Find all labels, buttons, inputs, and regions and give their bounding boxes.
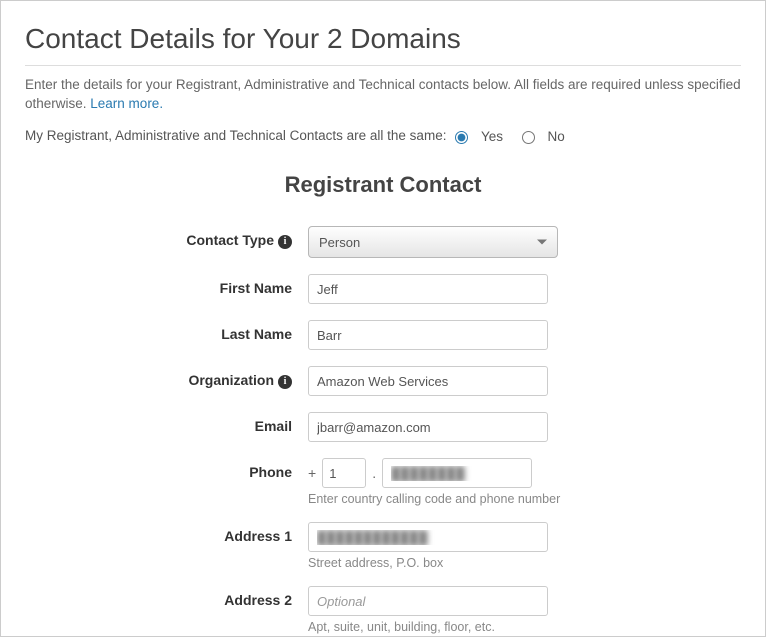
last-name-input[interactable] (308, 320, 548, 350)
registrant-form: Contact Type i Person First Name Last Nam… (143, 226, 623, 634)
label-address2: Address 2 (143, 586, 308, 608)
same-contacts-prompt: My Registrant, Administrative and Techni… (25, 128, 446, 143)
chevron-down-icon (537, 240, 547, 245)
contact-type-select[interactable]: Person (308, 226, 558, 258)
label-phone: Phone (143, 458, 308, 480)
field-address2: Address 2 Apt, suite, unit, building, fl… (143, 586, 623, 634)
same-contacts-row: My Registrant, Administrative and Techni… (25, 128, 741, 144)
label-organization: Organization i (143, 366, 308, 388)
phone-helper: Enter country calling code and phone num… (308, 492, 623, 506)
field-email: Email (143, 412, 623, 442)
address2-helper: Apt, suite, unit, building, floor, etc. (308, 620, 623, 634)
label-first-name: First Name (143, 274, 308, 296)
same-contacts-yes-label[interactable]: Yes (481, 129, 503, 144)
same-contacts-yes-radio[interactable] (455, 131, 468, 144)
address2-input[interactable] (308, 586, 548, 616)
phone-group: + . (308, 458, 623, 488)
info-icon[interactable]: i (278, 375, 292, 389)
field-address1: Address 1 Street address, P.O. box (143, 522, 623, 570)
page-title: Contact Details for Your 2 Domains (25, 23, 741, 55)
same-contacts-no-radio[interactable] (522, 131, 535, 144)
email-input[interactable] (308, 412, 548, 442)
label-contact-type: Contact Type i (143, 226, 308, 248)
intro-text: Enter the details for your Registrant, A… (25, 76, 741, 114)
phone-number-input[interactable] (382, 458, 532, 488)
learn-more-link[interactable]: Learn more. (90, 96, 163, 111)
phone-sep: . (372, 465, 376, 481)
label-email: Email (143, 412, 308, 434)
organization-input[interactable] (308, 366, 548, 396)
label-last-name: Last Name (143, 320, 308, 342)
field-last-name: Last Name (143, 320, 623, 350)
contact-type-value: Person (319, 235, 360, 250)
divider (25, 65, 741, 66)
contact-details-page: Contact Details for Your 2 Domains Enter… (0, 0, 766, 637)
field-organization: Organization i (143, 366, 623, 396)
same-contacts-no-label[interactable]: No (548, 129, 565, 144)
first-name-input[interactable] (308, 274, 548, 304)
field-phone: Phone + . Enter country calling code and… (143, 458, 623, 506)
label-contact-type-text: Contact Type (186, 232, 274, 248)
info-icon[interactable]: i (278, 235, 292, 249)
label-organization-text: Organization (188, 372, 274, 388)
address1-helper: Street address, P.O. box (308, 556, 623, 570)
field-first-name: First Name (143, 274, 623, 304)
address1-input[interactable] (308, 522, 548, 552)
label-address1: Address 1 (143, 522, 308, 544)
section-title: Registrant Contact (25, 172, 741, 198)
country-code-input[interactable] (322, 458, 366, 488)
phone-plus: + (308, 465, 316, 481)
field-contact-type: Contact Type i Person (143, 226, 623, 258)
